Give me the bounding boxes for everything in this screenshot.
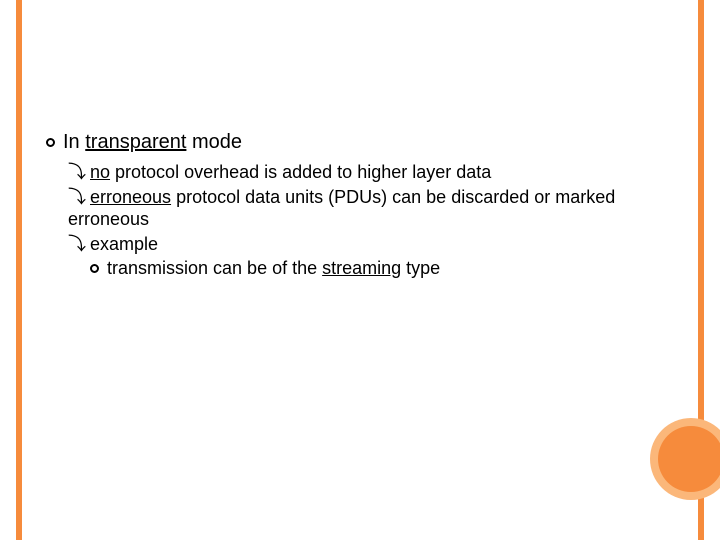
text-underlined: no — [90, 162, 110, 182]
bullet-level2: ⤵example — [68, 233, 674, 256]
wave-bullet-icon: ⤵ — [68, 161, 86, 184]
accent-bar-left — [16, 0, 22, 540]
bullet-level1: In transparent mode — [46, 130, 674, 155]
text-underlined: erroneous — [90, 187, 171, 207]
decor-circle-inner — [658, 426, 720, 492]
text-underlined: streaming — [322, 258, 401, 278]
bullet-level2: ⤵erroneous protocol data units (PDUs) ca… — [68, 186, 674, 231]
bullet-level2: ⤵no protocol overhead is added to higher… — [68, 161, 674, 184]
text-underlined: transparent — [85, 131, 186, 153]
text: protocol overhead is added to higher lay… — [110, 162, 491, 182]
text: type — [401, 258, 440, 278]
ring-bullet-icon — [46, 138, 55, 147]
bullet-level3: transmission can be of the streaming typ… — [90, 257, 674, 280]
text: transmission can be of the — [107, 258, 322, 278]
text: In — [63, 131, 85, 153]
wave-bullet-icon: ⤵ — [68, 233, 86, 256]
slide-content: In transparent mode ⤵no protocol overhea… — [46, 130, 674, 282]
text: mode — [186, 131, 242, 153]
slide: In transparent mode ⤵no protocol overhea… — [0, 0, 720, 540]
text: example — [90, 234, 158, 254]
wave-bullet-icon: ⤵ — [68, 186, 86, 209]
ring-bullet-icon — [90, 264, 99, 273]
